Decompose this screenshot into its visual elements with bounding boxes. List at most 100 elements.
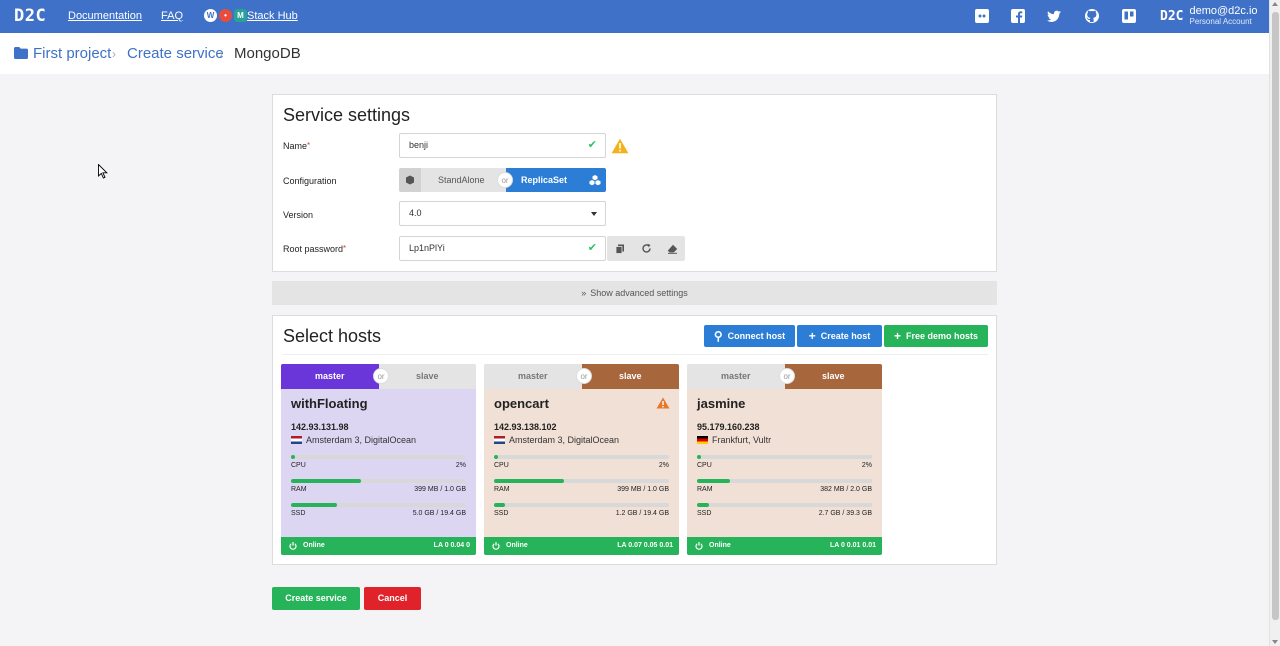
discord-icon[interactable]: [974, 8, 990, 24]
master-option[interactable]: master: [687, 364, 785, 389]
create-service-button[interactable]: Create service: [272, 587, 360, 610]
host-load-average: LA 0.07 0.05 0.01: [617, 542, 673, 549]
ssd-bar-fill: [291, 503, 337, 507]
host-ip: 95.179.160.238: [697, 422, 760, 432]
ram-value: 399 MB / 1.0 GB: [617, 486, 669, 493]
host-card[interactable]: master slave or withFloating 142.93.131.…: [281, 364, 476, 555]
select-hosts-title: Select hosts: [283, 326, 382, 346]
ssd-metric: SSD 5.0 GB / 19.4 GB: [291, 503, 466, 517]
ssd-label: SSD: [291, 510, 306, 517]
account-logo: D2C: [1160, 8, 1184, 24]
advanced-label: Show advanced settings: [590, 288, 688, 298]
cancel-button[interactable]: Cancel: [364, 587, 421, 610]
warning-icon[interactable]: [611, 138, 629, 154]
ram-label: RAM: [291, 486, 307, 493]
name-label: Name*: [283, 141, 311, 151]
root-password-field[interactable]: Lp1nPlYi ✔: [399, 236, 606, 261]
ram-bar-fill: [697, 479, 731, 483]
stack-hub-link[interactable]: Stack Hub: [247, 10, 298, 22]
page-scrollbar[interactable]: [1269, 0, 1280, 646]
service-settings-panel: Service settings Name* benji ✔ Configura…: [272, 94, 997, 272]
power-icon: [289, 542, 297, 550]
d2c-logo[interactable]: D2C: [14, 6, 46, 26]
documentation-link[interactable]: Documentation: [68, 10, 142, 22]
chevron-right-icon: ›: [219, 47, 223, 61]
create-host-label: Create host: [820, 331, 871, 341]
version-label: Version: [283, 210, 314, 220]
warning-icon[interactable]: [656, 397, 670, 409]
ram-bar: [291, 479, 466, 483]
slave-option[interactable]: slave: [378, 364, 476, 389]
ram-bar: [494, 479, 669, 483]
stack-hub-icons: W • M: [204, 9, 247, 23]
ssd-bar: [494, 503, 669, 507]
stackoverflow-icon: •: [219, 9, 232, 22]
slave-option[interactable]: slave: [784, 364, 882, 389]
host-status: Online: [506, 542, 528, 549]
ssd-value: 5.0 GB / 19.4 GB: [412, 510, 466, 517]
connect-host-button[interactable]: ⚲ Connect host: [704, 325, 795, 347]
replicaset-option[interactable]: ReplicaSet: [506, 168, 606, 192]
master-option[interactable]: master: [484, 364, 582, 389]
cpu-metric: CPU 2%: [697, 455, 872, 469]
scroll-up-icon[interactable]: [1272, 2, 1278, 6]
name-field[interactable]: benji ✔: [399, 133, 606, 158]
trello-icon[interactable]: [1121, 8, 1137, 24]
host-status-bar: Online LA 0.07 0.05 0.01: [484, 537, 679, 555]
standalone-label: StandAlone: [438, 175, 485, 185]
check-icon: ✔: [587, 242, 597, 254]
refresh-icon[interactable]: [633, 236, 659, 261]
ssd-bar-fill: [697, 503, 710, 507]
ram-label: RAM: [697, 486, 713, 493]
root-password-value: Lp1nPlYi: [409, 243, 445, 253]
free-demo-hosts-label: Free demo hosts: [905, 331, 979, 341]
check-icon: ✔: [587, 139, 597, 151]
host-status: Online: [709, 542, 731, 549]
name-value: benji: [409, 140, 429, 150]
show-advanced-settings-button[interactable]: » Show advanced settings: [272, 281, 997, 305]
twitter-icon[interactable]: [1046, 8, 1062, 24]
faq-link[interactable]: FAQ: [161, 10, 183, 22]
github-icon[interactable]: [1084, 8, 1100, 24]
host-card[interactable]: master slave or opencart 142.93.138.102 …: [484, 364, 679, 555]
power-icon: [695, 542, 703, 550]
host-name: jasmine: [697, 396, 746, 411]
breadcrumb-first-project[interactable]: First project: [33, 45, 111, 62]
scrollbar-thumb[interactable]: [1272, 12, 1279, 620]
breadcrumb-create-service[interactable]: Create service: [127, 45, 224, 62]
eraser-icon[interactable]: [659, 236, 685, 261]
slave-option[interactable]: slave: [581, 364, 679, 389]
or-divider: or: [497, 172, 513, 188]
or-divider: or: [373, 368, 389, 384]
root-password-label-text: Root password: [283, 244, 344, 254]
version-select[interactable]: 4.0: [399, 201, 606, 226]
ram-metric: RAM 399 MB / 1.0 GB: [494, 479, 669, 493]
account-menu[interactable]: D2C demo@d2c.io Personal Account: [1160, 6, 1280, 27]
host-card[interactable]: master slave or jasmine 95.179.160.238 F…: [687, 364, 882, 555]
plug-icon: ⚲: [713, 329, 723, 343]
flag-icon: [494, 436, 505, 444]
account-type: Personal Account: [1189, 17, 1252, 26]
copy-icon[interactable]: [607, 236, 633, 261]
or-divider: or: [779, 368, 795, 384]
scroll-down-icon[interactable]: [1272, 640, 1278, 644]
or-divider: or: [576, 368, 592, 384]
create-host-button[interactable]: + Create host: [797, 325, 882, 347]
ssd-bar-fill: [494, 503, 505, 507]
host-status-bar: Online LA 0 0.04 0: [281, 537, 476, 555]
host-location-text: Frankfurt, Vultr: [712, 435, 772, 445]
chevron-right-icon: ›: [112, 47, 116, 61]
facebook-icon[interactable]: [1010, 8, 1026, 24]
host-load-average: LA 0 0.01 0.01: [829, 542, 876, 549]
ssd-label: SSD: [494, 510, 509, 517]
standalone-option[interactable]: StandAlone: [399, 168, 506, 192]
divider: [283, 354, 988, 355]
ram-label: RAM: [494, 486, 510, 493]
root-password-label: Root password*: [283, 244, 347, 254]
ram-value: 399 MB / 1.0 GB: [414, 486, 466, 493]
master-option[interactable]: master: [281, 364, 379, 389]
free-demo-hosts-button[interactable]: + Free demo hosts: [884, 325, 988, 347]
mouse-cursor-icon: [98, 164, 108, 179]
cpu-label: CPU: [291, 462, 306, 469]
host-name: opencart: [494, 396, 549, 411]
